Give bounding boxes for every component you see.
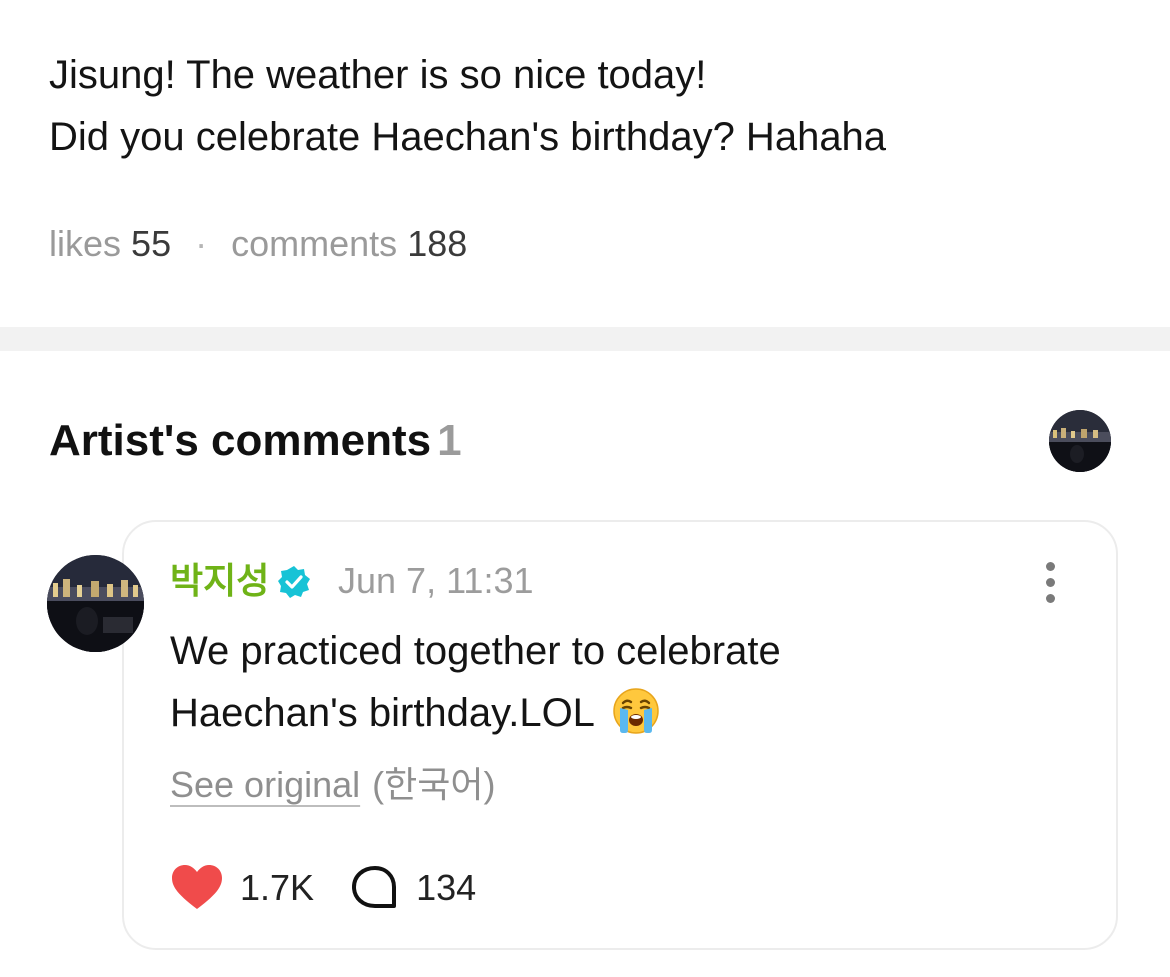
section-divider bbox=[0, 327, 1170, 351]
more-dot bbox=[1045, 561, 1055, 571]
section-title: Artist's comments bbox=[49, 416, 432, 465]
comment-author-name[interactable]: 박지성 bbox=[170, 558, 269, 604]
more-options-icon[interactable] bbox=[1032, 558, 1068, 606]
comment-actions: 1.7K 134 bbox=[170, 862, 476, 914]
crying-face-icon bbox=[613, 688, 659, 734]
heart-icon bbox=[172, 865, 222, 909]
section-count: 1 bbox=[437, 416, 462, 465]
like-button[interactable]: 1.7K bbox=[170, 864, 314, 912]
comment-timestamp: Jun 7, 11:31 bbox=[338, 560, 534, 601]
verified-badge-icon bbox=[278, 566, 310, 598]
more-dot bbox=[1045, 577, 1055, 587]
comment-text-line: We practiced together to celebrate bbox=[170, 629, 781, 673]
reply-count: 134 bbox=[416, 867, 477, 908]
artist-comments-header: Artist's comments 1 bbox=[49, 413, 462, 469]
comment-text-line: Haechan's birthday.LOL bbox=[170, 691, 595, 735]
see-original-row: See original (한국어) bbox=[170, 762, 495, 808]
comment-text: We practiced together to celebrate Haech… bbox=[170, 620, 1070, 744]
stats-separator: · bbox=[195, 223, 208, 264]
commenter-avatar[interactable] bbox=[47, 555, 144, 652]
reply-button[interactable]: 134 bbox=[350, 864, 476, 912]
post-text-line: Jisung! The weather is so nice today! bbox=[49, 53, 707, 97]
comment-bubble-icon bbox=[352, 866, 397, 908]
likes-count[interactable]: 55 bbox=[131, 223, 171, 264]
like-count: 1.7K bbox=[240, 867, 315, 908]
original-language: (한국어) bbox=[372, 764, 496, 805]
comments-count[interactable]: 188 bbox=[407, 223, 467, 264]
post-text-line: Did you celebrate Haechan's birthday? Ha… bbox=[49, 115, 887, 159]
user-avatar-icon[interactable] bbox=[1049, 410, 1111, 472]
comment-text-line-with-emoji: Haechan's birthday.LOL bbox=[170, 682, 1070, 744]
post-stats: likes 55 · comments 188 bbox=[49, 220, 467, 268]
see-original-link[interactable]: See original bbox=[170, 764, 360, 805]
post-body: Jisung! The weather is so nice today! Di… bbox=[49, 44, 1129, 168]
more-dot bbox=[1045, 593, 1055, 603]
likes-label: likes bbox=[49, 223, 122, 264]
comments-label: comments bbox=[231, 223, 398, 264]
